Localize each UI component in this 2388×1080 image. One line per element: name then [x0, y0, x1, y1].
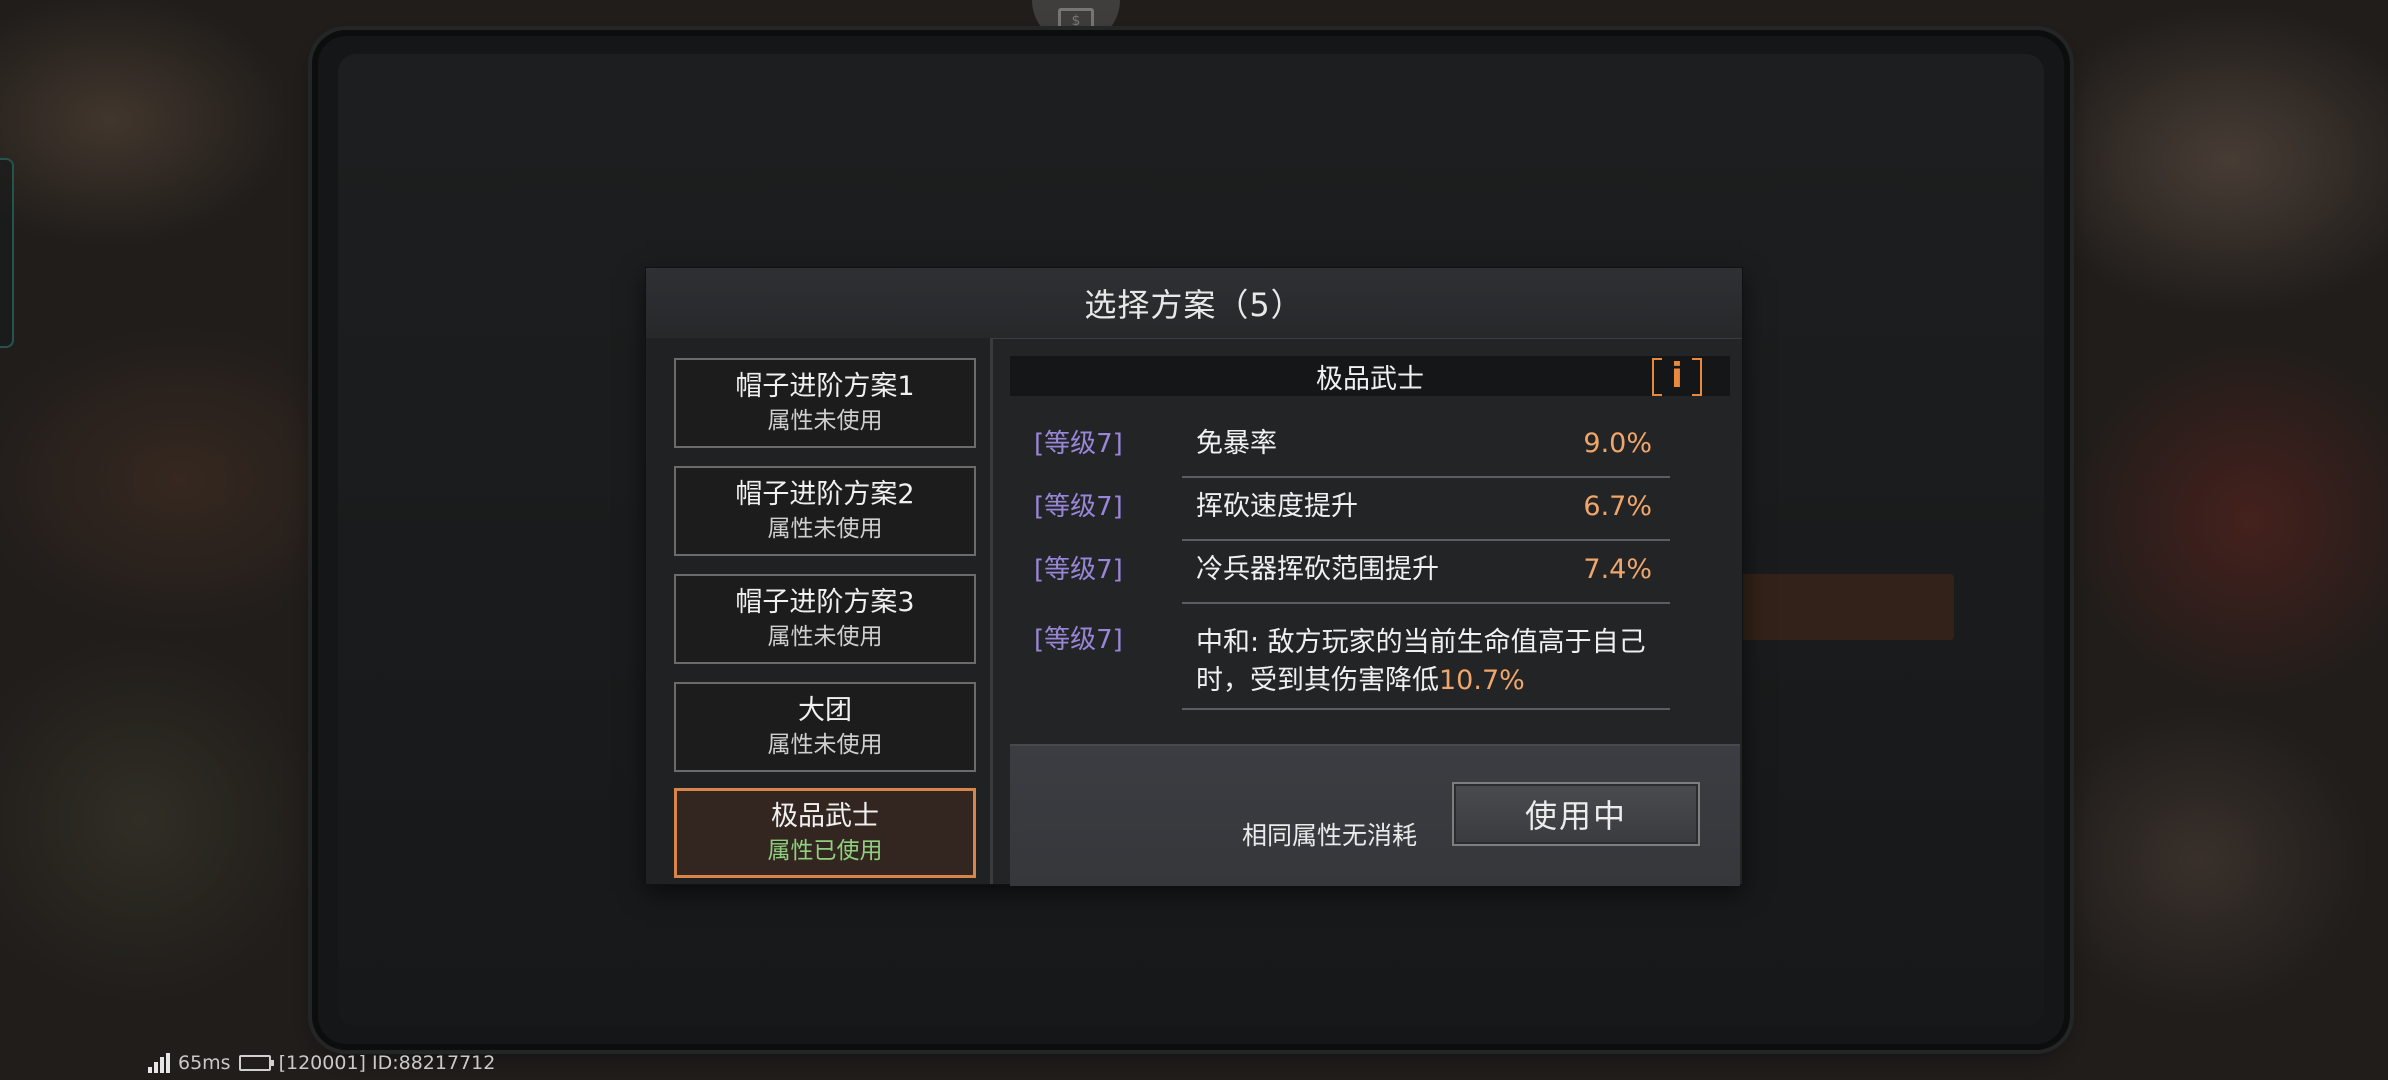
plan-list: 帽子进阶方案1 属性未使用 帽子进阶方案2 属性未使用 帽子进阶方案3 属性未使…	[646, 338, 993, 884]
plan-item-5-selected[interactable]: 极品武士 属性已使用	[674, 788, 976, 878]
detail-title: 极品武士	[1316, 363, 1424, 395]
select-plan-dialog: 选择方案（5） 帽子进阶方案1 属性未使用 帽子进阶方案2 属性未使用 帽子进阶…	[646, 268, 1742, 886]
detail-title-bar: 极品武士 i	[1010, 356, 1730, 396]
attribute-box: 挥砍速度提升 6.7%	[1182, 477, 1670, 541]
server-id-text: [120001] ID:88217712	[278, 1052, 496, 1074]
dialog-title: 选择方案（5）	[646, 268, 1742, 339]
plan-status: 属性未使用	[767, 516, 883, 542]
in-use-button[interactable]: 使用中	[1452, 782, 1700, 846]
attribute-name: 冷兵器挥砍范围提升	[1196, 554, 1439, 585]
attribute-box: 中和: 敌方玩家的当前生命值高于自己时，受到其伤害降低10.7%	[1182, 612, 1670, 710]
attribute-level: [等级7]	[1034, 492, 1123, 522]
plan-name: 帽子进阶方案1	[735, 371, 915, 402]
info-icon[interactable]: i	[1652, 356, 1702, 396]
battery-icon	[238, 1055, 274, 1071]
attribute-level: [等级7]	[1034, 429, 1123, 459]
plan-status: 属性未使用	[767, 408, 883, 434]
attribute-box: 冷兵器挥砍范围提升 7.4%	[1182, 540, 1670, 604]
plan-detail-panel: 极品武士 i [等级7] 免暴率 9.0% [等级7] 挥砍速度提升 6.7% …	[1010, 356, 1730, 736]
signal-icon	[148, 1053, 170, 1073]
attribute-description-text: 中和: 敌方玩家的当前生命值高于自己时，受到其伤害降低	[1196, 627, 1646, 696]
attribute-description: 中和: 敌方玩家的当前生命值高于自己时，受到其伤害降低10.7%	[1182, 612, 1670, 708]
plan-name: 帽子进阶方案2	[735, 479, 915, 510]
attribute-box: 免暴率 9.0%	[1182, 414, 1670, 478]
plan-item-2[interactable]: 帽子进阶方案2 属性未使用	[674, 466, 976, 556]
attribute-level: [等级7]	[1034, 555, 1123, 585]
attribute-name: 挥砍速度提升	[1196, 491, 1358, 522]
attribute-description-value: 10.7%	[1439, 665, 1525, 696]
attribute-name: 免暴率	[1196, 428, 1277, 459]
no-cost-note: 相同属性无消耗	[1242, 821, 1418, 850]
plan-name: 极品武士	[771, 801, 879, 832]
plan-item-4[interactable]: 大团 属性未使用	[674, 682, 976, 772]
attribute-value: 6.7%	[1583, 491, 1652, 522]
plan-status: 属性未使用	[767, 624, 883, 650]
attribute-value: 7.4%	[1583, 554, 1652, 585]
attribute-level: [等级7]	[1034, 625, 1123, 655]
plan-status: 属性未使用	[767, 732, 883, 758]
network-status-bar: 65ms [120001] ID:88217712	[148, 1050, 495, 1076]
plan-name: 帽子进阶方案3	[735, 587, 915, 618]
plan-status: 属性已使用	[767, 838, 883, 864]
ping-text: 65ms	[178, 1052, 231, 1074]
plan-name: 大团	[798, 695, 852, 726]
attribute-value: 9.0%	[1583, 428, 1652, 459]
plan-item-3[interactable]: 帽子进阶方案3 属性未使用	[674, 574, 976, 664]
plan-item-1[interactable]: 帽子进阶方案1 属性未使用	[674, 358, 976, 448]
detail-footer: 相同属性无消耗 使用中	[1010, 744, 1740, 886]
